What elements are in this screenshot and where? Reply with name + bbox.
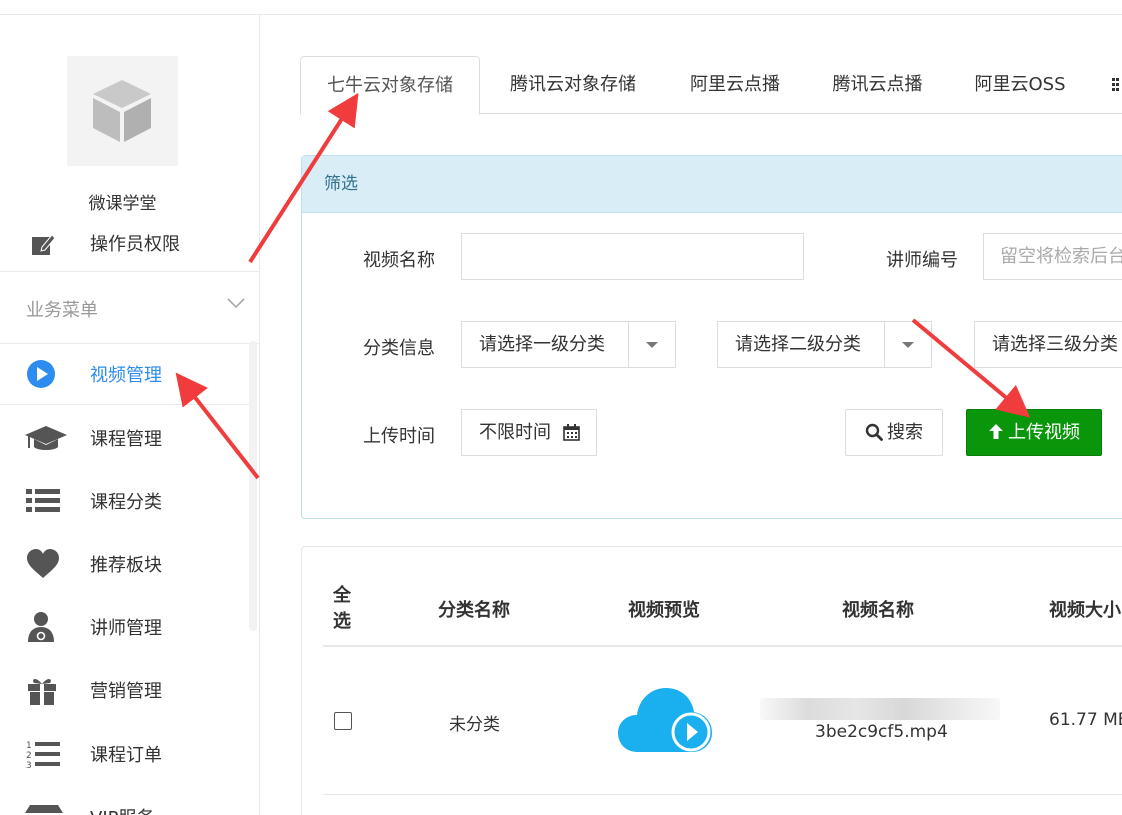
video-table-panel (301, 546, 1122, 815)
row-divider (323, 794, 1122, 795)
storage-tabs: 七牛云对象存储 腾讯云对象存储 阿里云点播 腾讯云点播 阿里云OSS (300, 56, 1122, 115)
tab-aliyun-vod[interactable]: 阿里云点播 (670, 56, 800, 114)
cube-icon (93, 80, 151, 142)
tab-aliyun-oss[interactable]: 阿里云OSS (956, 56, 1084, 114)
upload-time-label: 上传时间 (363, 426, 435, 447)
tab-qiniu[interactable]: 七牛云对象存储 (300, 56, 480, 115)
chevron-down-icon (884, 322, 931, 367)
sidebar-item-course-category[interactable]: 课程分类 (0, 469, 250, 532)
sidebar-item-label: 推荐板块 (90, 555, 162, 576)
sidebar-item-marketing-management[interactable]: 营销管理 (0, 658, 250, 721)
sidebar-scrollbar[interactable] (249, 341, 257, 631)
sidebar-item-label: 课程分类 (90, 492, 162, 513)
calendar-icon (563, 424, 580, 441)
preview-header: 视频预览 (628, 600, 700, 621)
row-video-name: 3be2c9cf5.mp4 (815, 722, 948, 742)
edit-icon (32, 234, 56, 255)
select-value: 请选择二级分类 (735, 334, 861, 355)
select-value: 请选择一级分类 (479, 334, 605, 355)
section-label: 业务菜单 (26, 300, 98, 321)
vip-icon (25, 805, 63, 813)
category-level2-select[interactable]: 请选择二级分类 (717, 321, 932, 368)
svg-text:1: 1 (26, 741, 32, 751)
user-md-icon (28, 612, 54, 642)
arrow-up-icon (989, 424, 1003, 439)
chevron-down-icon (628, 322, 675, 367)
search-button[interactable]: 搜索 (845, 409, 943, 456)
row-checkbox[interactable] (334, 712, 352, 730)
sidebar-item-label: 操作员权限 (90, 234, 180, 255)
select-value: 请选择三级分类 (992, 334, 1118, 355)
video-name-input[interactable] (461, 233, 804, 280)
chevron-down-icon (227, 298, 245, 309)
upload-time-picker[interactable]: 不限时间 (461, 409, 597, 456)
gift-icon (28, 678, 56, 705)
sidebar-item-operator-permissions[interactable]: 操作员权限 (0, 220, 259, 272)
sidebar-item-label: 课程管理 (90, 429, 162, 450)
sidebar-item-label: 营销管理 (90, 681, 162, 702)
sidebar-item-label: 课程订单 (90, 745, 162, 766)
svg-text:2: 2 (26, 751, 32, 761)
ordered-list-icon: 1 2 3 (26, 741, 60, 770)
name-header: 视频名称 (842, 600, 914, 621)
row-category: 未分类 (449, 715, 500, 735)
sidebar-item-recommend-block[interactable]: 推荐板块 (0, 532, 250, 595)
graduation-cap-icon (25, 426, 67, 450)
app-root: 微课学堂 操作员权限 业务菜单 视频管理 课程管理 课程分类 推荐板块 讲师管理… (0, 0, 1122, 815)
play-circle-icon (27, 360, 55, 388)
header-divider (323, 645, 1122, 647)
more-tabs-icon[interactable] (1112, 78, 1120, 92)
filter-panel-title: 筛选 (302, 156, 1122, 213)
sidebar-item-course-orders[interactable]: 1 2 3 课程订单 (0, 722, 250, 785)
upload-video-button[interactable]: 上传视频 (966, 409, 1102, 456)
sidebar-item-label: VIP服务 (90, 804, 154, 815)
list-icon (26, 489, 60, 512)
tab-tencent-vod[interactable]: 腾讯云点播 (815, 56, 940, 114)
sidebar-item-vip-service[interactable]: VIP服务 (0, 785, 250, 815)
time-value: 不限时间 (479, 422, 551, 443)
cloud-video-icon[interactable] (616, 686, 714, 756)
top-bar (0, 0, 1122, 15)
logo (67, 56, 178, 166)
blurred-filename-prefix (760, 698, 1000, 720)
sidebar-item-course-management[interactable]: 课程管理 (0, 406, 250, 469)
sidebar-item-label: 视频管理 (90, 365, 162, 386)
brand-name: 微课学堂 (88, 194, 157, 214)
search-icon (865, 423, 883, 441)
sidebar-item-label: 讲师管理 (90, 618, 162, 639)
sidebar: 微课学堂 操作员权限 业务菜单 视频管理 课程管理 课程分类 推荐板块 讲师管理… (0, 15, 260, 815)
heart-icon (27, 549, 59, 578)
video-name-label: 视频名称 (363, 250, 435, 271)
teacher-id-label: 讲师编号 (886, 250, 958, 271)
category-header: 分类名称 (438, 600, 510, 621)
category-label: 分类信息 (363, 338, 435, 359)
select-all-header[interactable]: 全选 (333, 583, 355, 635)
sidebar-item-teacher-management[interactable]: 讲师管理 (0, 595, 250, 658)
svg-text:3: 3 (26, 761, 32, 770)
row-video-size: 61.77 MB (1049, 710, 1122, 730)
category-level3-select[interactable]: 请选择三级分类 (974, 321, 1122, 368)
tab-tencent-cos[interactable]: 腾讯云对象存储 (488, 56, 658, 114)
size-header: 视频大小 (1049, 600, 1121, 621)
category-level1-select[interactable]: 请选择一级分类 (461, 321, 676, 368)
sidebar-item-video-management[interactable]: 视频管理 (0, 342, 250, 405)
upload-button-label: 上传视频 (1008, 422, 1080, 443)
teacher-id-input[interactable]: 留空将检索后台 (983, 233, 1122, 280)
business-menu-section[interactable]: 业务菜单 (0, 272, 259, 344)
search-button-label: 搜索 (887, 422, 923, 443)
